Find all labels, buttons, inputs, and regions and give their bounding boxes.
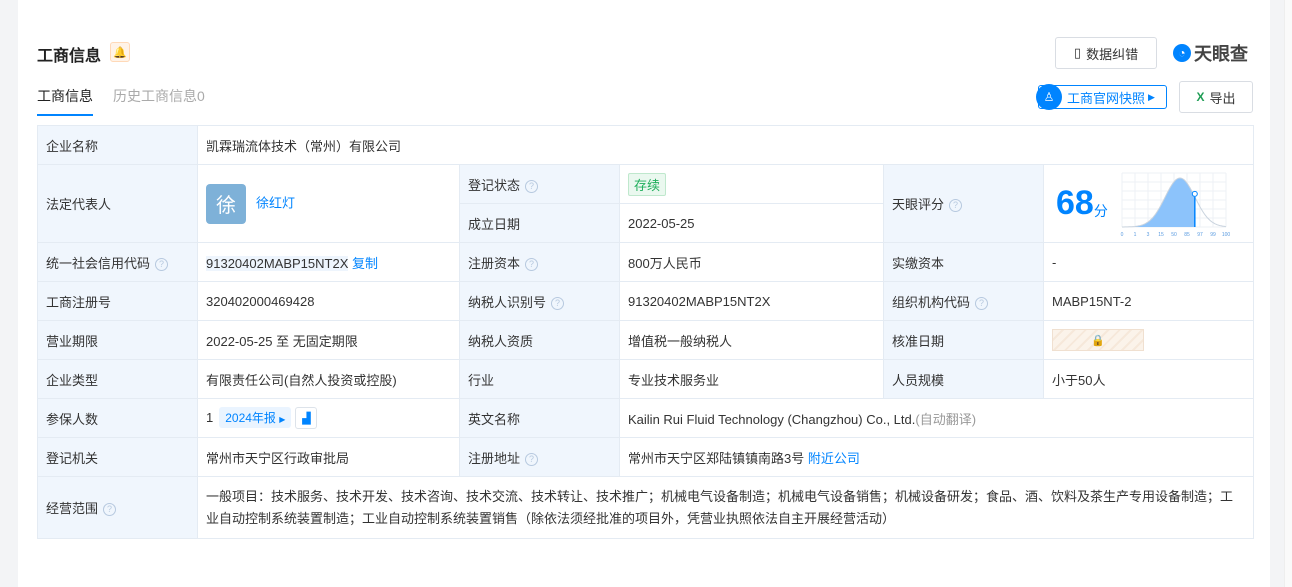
auto-translate-note: (自动翻译) (915, 411, 977, 427)
business-scope: 一般项目：技术服务、技术开发、技术咨询、技术交流、技术转让、技术推广；机械电气设… (196, 476, 1255, 539)
export-button[interactable]: X 导出 (1179, 81, 1253, 113)
tab-business-info[interactable]: 工商信息 (37, 86, 93, 116)
label: 登记机关 (37, 437, 198, 477)
caret-right-icon: ▶ (1148, 91, 1155, 102)
scrollbar[interactable] (1284, 0, 1292, 587)
document-icon: ▯ (1073, 45, 1082, 60)
label: 登记状态 (468, 177, 521, 193)
found-date: 2022-05-25 (619, 203, 884, 243)
label: 实缴资本 (883, 242, 1044, 282)
lock-icon[interactable]: 🔒 (1052, 329, 1144, 351)
staff-size: 小于50人 (1042, 359, 1255, 399)
business-info-card: 工商信息 🔔 ▯ 数据纠错 ◔ 天眼查 工商信息 历史工商信息0 ♙ 工商官网快照 ▶ … (18, 0, 1270, 587)
reg-no: 320402000469428 (197, 281, 460, 321)
industry: 专业技术服务业 (619, 359, 884, 399)
export-label: 导出 (1209, 90, 1236, 106)
help-icon[interactable]: ? (975, 296, 989, 310)
tick-label: 15 (1158, 232, 1164, 238)
snapshot-label: 工商官网快照 (1067, 90, 1146, 106)
label: 企业名称 (37, 125, 198, 165)
info-table: 企业名称 凯霖瑞流体技术（常州）有限公司 法定代表人 徐徐红灯 登记状态? 存续… (37, 125, 1255, 539)
tianyancha-logo: ◔ 天眼查 (1173, 40, 1248, 66)
help-icon[interactable]: ? (155, 257, 169, 271)
copy-button[interactable]: 复制 (352, 256, 378, 271)
tick-label: 0 (1120, 232, 1123, 238)
logo-text: 天眼查 (1194, 44, 1248, 64)
label: 营业期限 (37, 320, 198, 360)
business-term: 2022-05-25 至 无固定期限 (197, 320, 460, 360)
help-icon[interactable]: ? (551, 296, 565, 310)
insured-count: 1 (206, 409, 214, 425)
stamp-icon: ♙ (1036, 84, 1062, 110)
credit-code: 91320402MABP15NT2X (206, 255, 349, 271)
section-title: 工商信息 (37, 48, 102, 65)
status-badge: 存续 (628, 172, 667, 196)
help-icon[interactable]: ? (949, 199, 963, 213)
label: 企业类型 (37, 359, 198, 399)
excel-icon: X (1196, 90, 1205, 104)
tick-label: 1 (1133, 232, 1136, 238)
english-name: Kailin Rui Fluid Technology (Changzhou) … (628, 411, 916, 427)
score-area (1121, 177, 1195, 227)
label: 参保人数 (37, 398, 198, 438)
tick-label: 100 (1222, 232, 1230, 238)
taxpayer-qualification: 增值税一般纳税人 (619, 320, 884, 360)
registration-authority: 常州市天宁区行政审批局 (197, 437, 460, 477)
label: 注册资本 (468, 255, 521, 271)
help-icon[interactable]: ? (525, 179, 539, 193)
data-correction-button[interactable]: ▯ 数据纠错 (1055, 37, 1157, 69)
label: 成立日期 (459, 203, 620, 243)
label: 经营范围 (46, 501, 99, 516)
logo-icon: ◔ (1173, 44, 1191, 62)
score-widget[interactable]: 68 分 0 1 3 15 50 85 97 99 100 (1044, 169, 1253, 239)
data-correction-label: 数据纠错 (1086, 46, 1139, 62)
paid-capital: - (1042, 242, 1255, 282)
help-icon[interactable]: ? (525, 452, 539, 466)
company-type: 有限责任公司(自然人投资或控股) (197, 359, 460, 399)
label: 注册地址 (468, 450, 521, 466)
org-code: MABP15NT-2 (1042, 281, 1255, 321)
help-icon[interactable]: ? (103, 503, 117, 517)
nearby-companies-link[interactable]: 附近公司 (808, 451, 860, 466)
tick-label: 97 (1197, 232, 1203, 238)
score-value: 68 (1056, 184, 1094, 222)
score-pin (1191, 190, 1198, 197)
bell-icon[interactable]: 🔔 (110, 42, 130, 62)
label: 人员规模 (883, 359, 1044, 399)
taxpayer-id: 91320402MABP15NT2X (619, 281, 884, 321)
avatar[interactable]: 徐 (206, 183, 246, 224)
label: 英文名称 (459, 398, 620, 438)
label: 工商注册号 (37, 281, 198, 321)
reg-capital: 800万人民币 (619, 242, 884, 282)
tick-label: 99 (1210, 232, 1216, 238)
trend-chart-icon[interactable]: ▟ (295, 407, 318, 430)
label: 天眼评分 (892, 197, 945, 212)
report-label: 2024年报 (225, 410, 276, 425)
official-snapshot-button[interactable]: ♙ 工商官网快照 ▶ (1036, 84, 1167, 110)
score-distribution-chart: 0 1 3 15 50 85 97 99 100 (1120, 172, 1230, 238)
tick-label: 3 (1146, 232, 1149, 238)
tick-label: 85 (1184, 232, 1190, 238)
score-unit: 分 (1093, 202, 1108, 219)
label: 纳税人资质 (459, 320, 620, 360)
label: 组织机构代码 (892, 294, 971, 310)
company-name: 凯霖瑞流体技术（常州）有限公司 (196, 125, 1255, 165)
label: 统一社会信用代码 (46, 255, 151, 271)
annual-report-button[interactable]: 2024年报 ▶ (219, 406, 292, 428)
tick-label: 50 (1171, 232, 1177, 238)
legal-rep-link[interactable]: 徐红灯 (256, 195, 295, 210)
label: 法定代表人 (37, 164, 198, 243)
caret-right-icon: ▶ (279, 414, 286, 424)
label: 核准日期 (883, 320, 1044, 360)
help-icon[interactable]: ? (525, 257, 539, 271)
registered-address: 常州市天宁区郑陆镇镇南路3号 (628, 450, 805, 466)
tab-history-info[interactable]: 历史工商信息0 (113, 86, 205, 116)
label: 纳税人识别号 (468, 294, 547, 310)
label: 行业 (459, 359, 620, 399)
